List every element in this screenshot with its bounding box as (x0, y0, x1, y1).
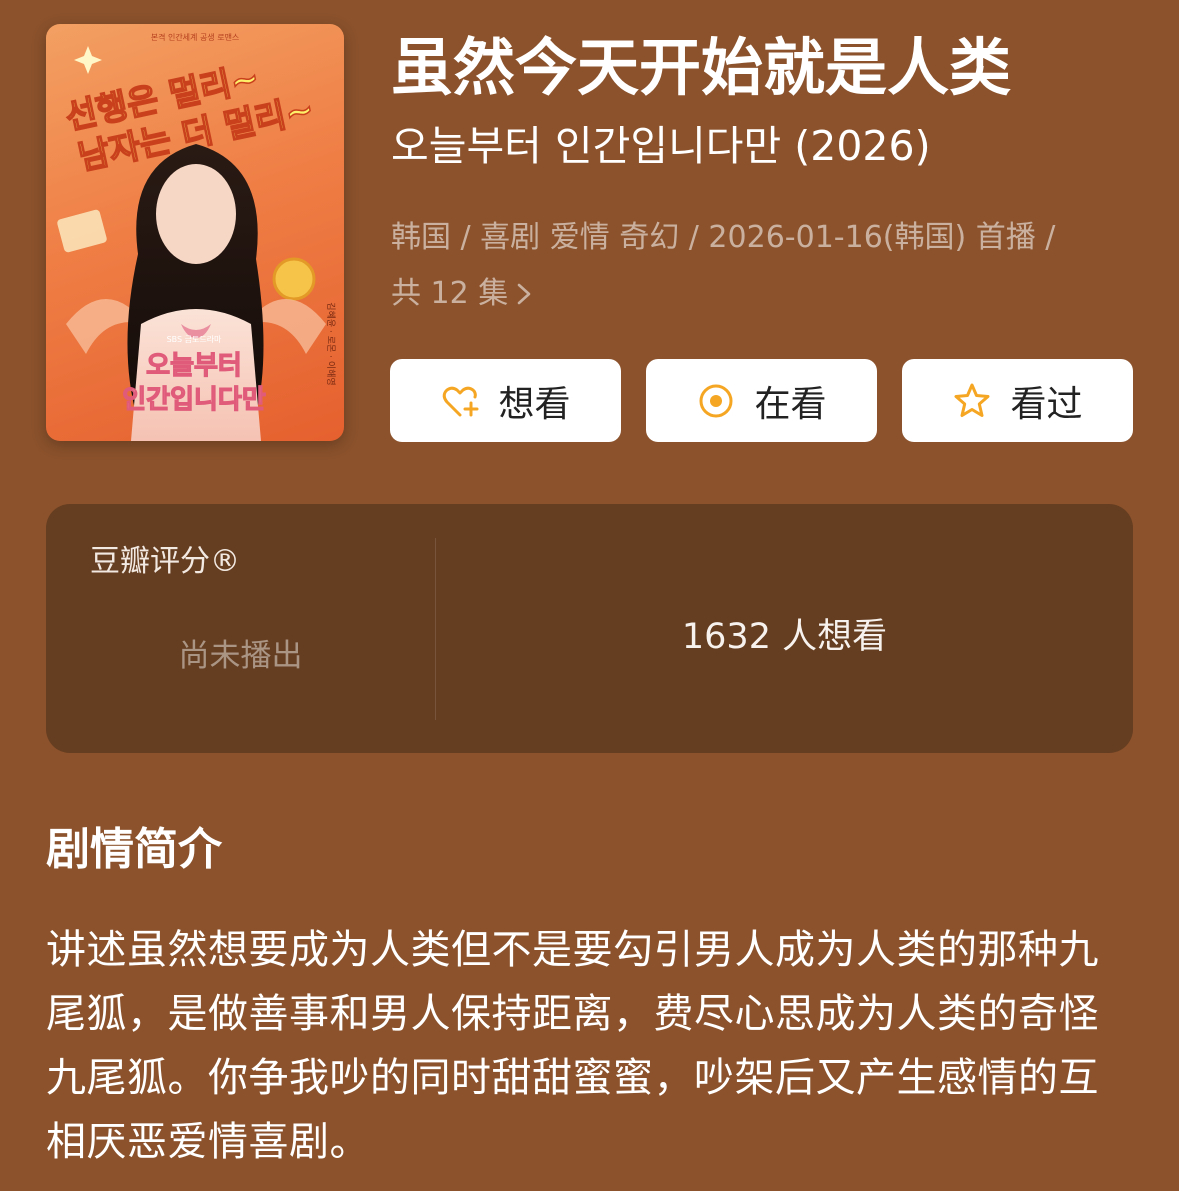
sparkle-icon (74, 46, 102, 74)
poster-network: SBS 금토드라마 (167, 335, 222, 344)
poster-logo-line1: 오늘부터 (146, 351, 242, 381)
meta-info[interactable]: 韩国 / 喜剧 爱情 奇幻 / 2026-01-16(韩国) 首播 / 共 12… (391, 210, 1131, 322)
poster-top-caption: 본격 인간세계 공생 로맨스 (151, 32, 240, 42)
page-title: 虽然今天开始就是人类 (391, 31, 1012, 104)
douban-rating-label: 豆瓣评分® (90, 544, 240, 579)
meta-line-2[interactable]: 共 12 集 (391, 266, 1131, 322)
original-title: 오늘부터 인간입니다만 (2026) (391, 122, 931, 170)
poster-artwork: 본격 인간세계 공생 로맨스 선행은 멀리~ 남자는 더 멀리~ SBS 금토드… (57, 32, 337, 441)
want-to-watch-label: 想看 (498, 383, 571, 425)
meta-line-1: 韩国 / 喜剧 爱情 奇幻 / 2026-01-16(韩国) 首播 / (391, 220, 1056, 255)
watching-button[interactable]: 在看 (646, 359, 877, 442)
target-circle-icon (696, 381, 736, 421)
poster-image[interactable]: 본격 인간세계 공생 로맨스 선행은 멀리~ 남자는 더 멀리~ SBS 금토드… (46, 24, 344, 441)
want-count: 1632 人想看 (681, 617, 888, 657)
poster-logo-line2: 인간입니다만 (122, 385, 266, 415)
watching-label: 在看 (754, 383, 827, 425)
person-face (156, 164, 236, 264)
watched-button[interactable]: 看过 (902, 359, 1133, 442)
coin-icon (272, 257, 316, 301)
episode-count: 共 12 集 (391, 276, 509, 311)
synopsis-text: 讲述虽然想要成为人类但不是要勾引男人成为人类的那种九尾狐，是做善事和男人保持距离… (46, 927, 1099, 1165)
watched-label: 看过 (1010, 383, 1083, 425)
rating-card[interactable]: 豆瓣评分® 尚未播出 1632 人想看 (46, 504, 1133, 753)
synopsis-title: 剧情简介 (46, 824, 222, 875)
rating-value: 尚未播出 (178, 638, 303, 674)
want-to-watch-button[interactable]: 想看 (390, 359, 621, 442)
heart-plus-icon (440, 381, 480, 421)
money-icon (57, 209, 107, 253)
star-outline-icon (952, 381, 992, 421)
chevron-right-icon (516, 266, 532, 322)
poster-side-credits: 김혜윤 · 로몬 · 이해영 (325, 302, 337, 385)
